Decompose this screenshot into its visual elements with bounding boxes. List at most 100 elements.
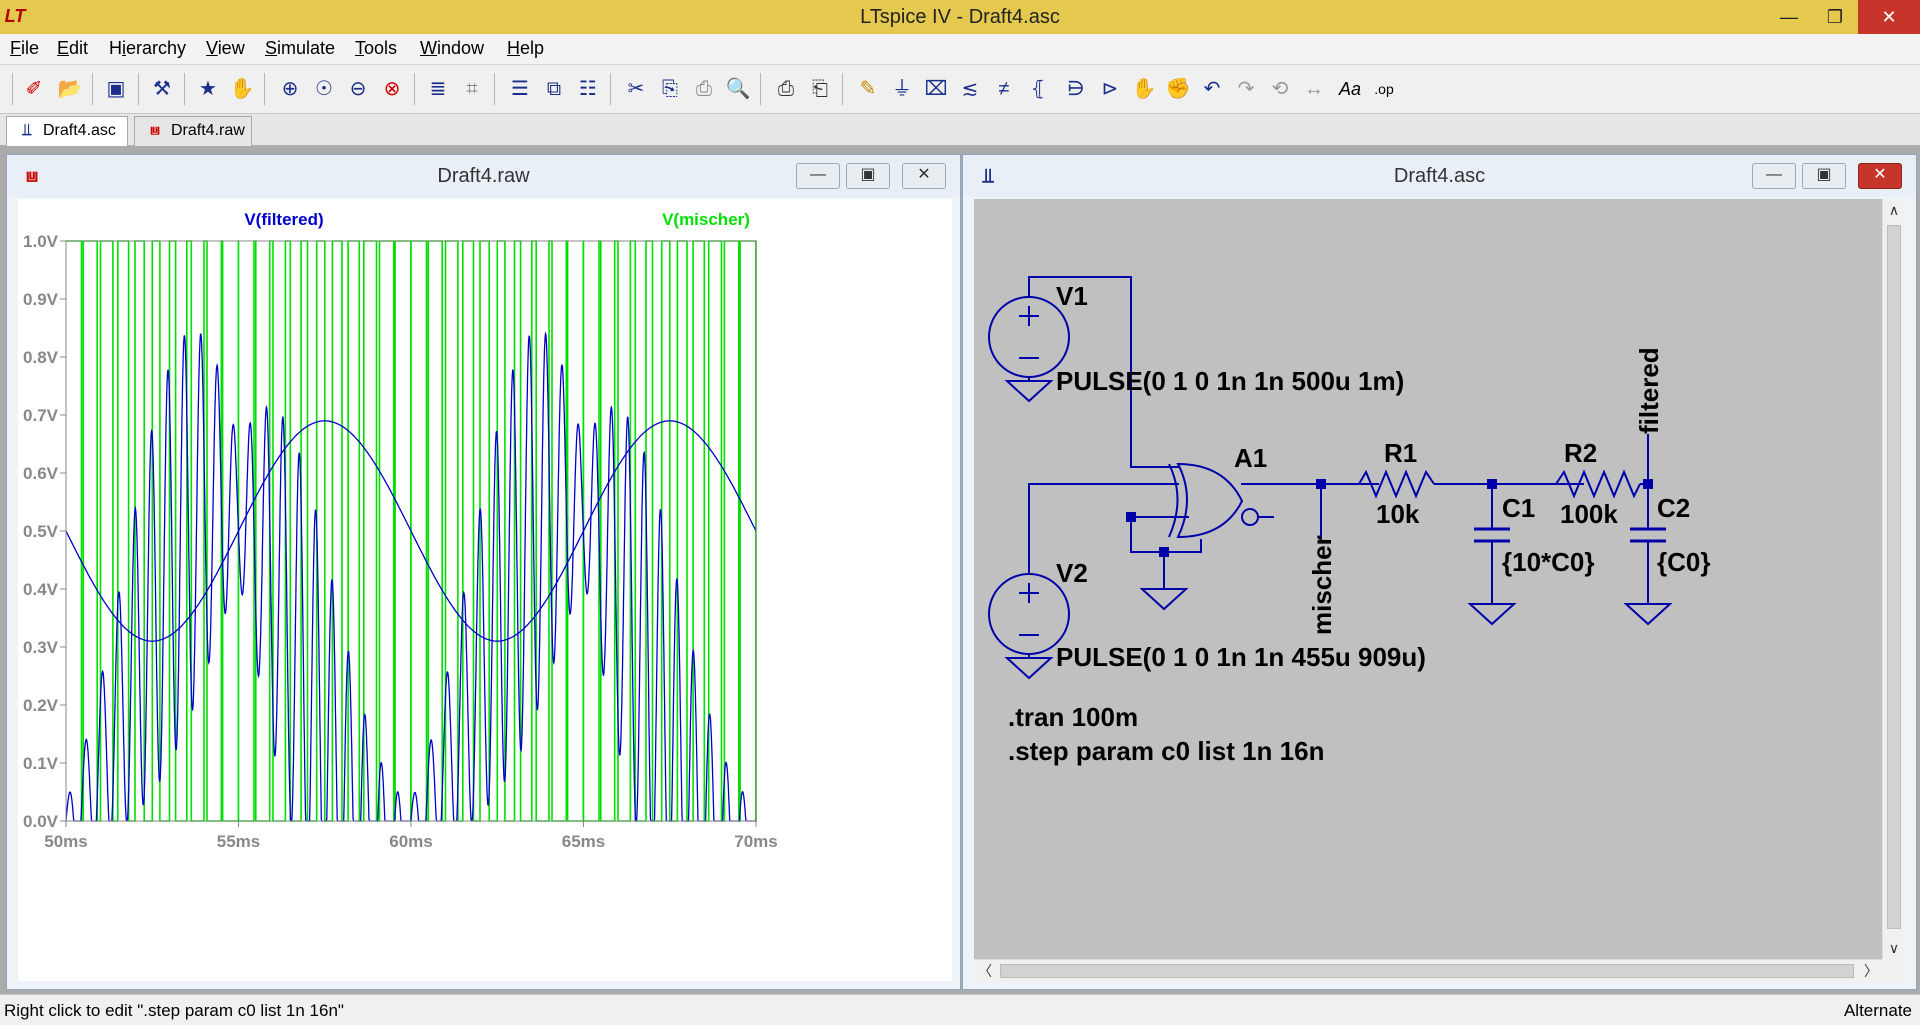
tile-horizontal-icon[interactable]: ☰ xyxy=(506,75,534,103)
spice-directive-icon[interactable]: .op xyxy=(1370,75,1398,103)
mirror-icon[interactable]: ↔ xyxy=(1300,75,1328,103)
move-icon[interactable]: ✋ xyxy=(1130,75,1158,103)
scroll-down-icon[interactable]: ∨ xyxy=(1883,937,1905,959)
autorange-icon[interactable]: ≣ xyxy=(424,75,452,103)
schematic-window-titlebar[interactable]: ⫫ Draft4.asc — ▣ ✕ xyxy=(963,155,1916,197)
c1-label[interactable]: C1 xyxy=(1502,493,1535,523)
restore-button[interactable]: ❐ xyxy=(1812,0,1858,34)
undo-icon[interactable]: ↶ xyxy=(1198,75,1226,103)
horizontal-scroll-thumb[interactable] xyxy=(1000,964,1854,978)
c1-value[interactable]: {10*C0} xyxy=(1502,547,1595,577)
y-tick-label: 0.7V xyxy=(23,406,59,425)
vertical-scroll-thumb[interactable] xyxy=(1887,225,1901,929)
new-schematic-icon[interactable]: ✐ xyxy=(20,75,48,103)
menu-file[interactable]: File xyxy=(10,38,39,59)
schematic-canvas[interactable]: V1 PULSE(0 1 0 1n 1n 500u 1m) V2 PULSE(0… xyxy=(974,199,1904,981)
zoom-cancel-icon[interactable]: ⊗ xyxy=(378,75,406,103)
waveform-window-titlebar[interactable]: ⩏ Draft4.raw — ▣ ✕ xyxy=(7,155,960,197)
resistor-r1-symbol[interactable] xyxy=(1358,469,1435,499)
open-icon[interactable]: 📂 xyxy=(56,75,84,103)
scroll-right-icon[interactable]: 〉 xyxy=(1860,960,1882,982)
print-icon[interactable]: ⎗ xyxy=(806,75,834,103)
tile-vertical-icon[interactable]: ☷ xyxy=(574,75,602,103)
schematic-horizontal-scrollbar[interactable]: 〈 〉 xyxy=(974,959,1882,981)
c2-label[interactable]: C2 xyxy=(1657,493,1690,523)
r2-label[interactable]: R2 xyxy=(1564,438,1597,468)
waveform-chart[interactable]: 0.0V 0.1V 0.2V 0.3V 0.4V 0.5V 0.6V 0.7V 0.8V 0.9V… xyxy=(18,199,952,981)
menu-tools[interactable]: Tools xyxy=(355,38,397,59)
ground-icon[interactable]: ⏚ xyxy=(888,75,916,103)
title-bar: LT LTspice IV - Draft4.asc — ❐ ✕ xyxy=(0,0,1920,34)
ground-symbols[interactable] xyxy=(1004,380,1673,680)
minimize-button[interactable]: — xyxy=(1766,0,1812,34)
control-panel-icon[interactable]: ⚒ xyxy=(148,75,176,103)
step-directive[interactable]: .step param c0 list 1n 16n xyxy=(1008,736,1324,766)
schematic-close-button[interactable]: ✕ xyxy=(1858,163,1902,189)
v2-value[interactable]: PULSE(0 1 0 1n 1n 455u 909u) xyxy=(1056,642,1426,672)
resistor-r2-symbol[interactable] xyxy=(1555,469,1641,499)
schematic-restore-button[interactable]: ▣ xyxy=(1802,163,1846,189)
zoom-in-icon[interactable]: ⊕ xyxy=(276,75,304,103)
waveform-plot[interactable]: 0.0V 0.1V 0.2V 0.3V 0.4V 0.5V 0.6V 0.7V 0.8V 0.9V… xyxy=(18,199,952,981)
rotate-icon[interactable]: ⟲ xyxy=(1266,75,1294,103)
wire-icon[interactable]: ✎ xyxy=(854,75,882,103)
drag-icon[interactable]: ✊ xyxy=(1164,75,1192,103)
label-icon[interactable]: ⌧ xyxy=(922,75,950,103)
component-icon[interactable]: ⊳ xyxy=(1096,75,1124,103)
toolbar-separator xyxy=(760,73,761,105)
halt-icon[interactable]: ✋ xyxy=(228,75,256,103)
schematic-drawing[interactable]: V1 PULSE(0 1 0 1n 1n 500u 1m) V2 PULSE(0… xyxy=(974,199,1882,959)
waveform-restore-button[interactable]: ▣ xyxy=(846,163,890,189)
zoom-pan-icon[interactable]: ☉ xyxy=(310,75,338,103)
copy-icon[interactable]: ⎘ xyxy=(656,75,684,103)
capacitor-c2-symbol[interactable] xyxy=(1630,527,1666,543)
tran-directive[interactable]: .tran 100m xyxy=(1008,702,1138,732)
close-button[interactable]: ✕ xyxy=(1858,0,1920,34)
save-icon[interactable]: ▣ xyxy=(102,75,130,103)
net-label-filtered[interactable]: filtered xyxy=(1634,347,1664,434)
menu-help[interactable]: Help xyxy=(507,38,544,59)
capacitor-icon[interactable]: ≠ xyxy=(990,75,1018,103)
r1-label[interactable]: R1 xyxy=(1384,438,1417,468)
print-preview-icon[interactable]: ⎙ xyxy=(772,75,800,103)
tab-draft4-asc[interactable]: ⫫ Draft4.asc xyxy=(6,116,128,146)
menu-view[interactable]: View xyxy=(206,38,245,59)
resistor-icon[interactable]: ≲ xyxy=(956,75,984,103)
menu-edit[interactable]: Edit xyxy=(57,38,88,59)
v2-label[interactable]: V2 xyxy=(1056,558,1088,588)
c2-value[interactable]: {C0} xyxy=(1657,547,1710,577)
menu-simulate[interactable]: Simulate xyxy=(265,38,335,59)
scroll-left-icon[interactable]: 〈 xyxy=(974,960,996,982)
a1-label[interactable]: A1 xyxy=(1234,443,1267,473)
capacitor-c1-symbol[interactable] xyxy=(1474,527,1510,543)
net-label-mischer[interactable]: mischer xyxy=(1307,535,1337,635)
legend-mischer[interactable]: V(mischer) xyxy=(662,210,750,229)
legend-filtered[interactable]: V(filtered) xyxy=(244,210,323,229)
menu-window[interactable]: Window xyxy=(420,38,484,59)
run-icon[interactable]: ★ xyxy=(194,75,222,103)
waveform-close-button[interactable]: ✕ xyxy=(902,163,946,189)
menu-hierarchy[interactable]: Hierarchy xyxy=(109,38,186,59)
zoom-out-icon[interactable]: ⊖ xyxy=(344,75,372,103)
v1-label[interactable]: V1 xyxy=(1056,281,1088,311)
cascade-icon[interactable]: ⧉ xyxy=(540,75,568,103)
tab-label: Draft4.asc xyxy=(43,122,116,139)
diode-icon[interactable]: ⋻ xyxy=(1062,75,1090,103)
waveform-minimize-button[interactable]: — xyxy=(796,163,840,189)
r2-value[interactable]: 100k xyxy=(1560,499,1618,529)
redo-icon[interactable]: ↷ xyxy=(1232,75,1260,103)
text-icon[interactable]: Aa xyxy=(1336,75,1364,103)
scroll-up-icon[interactable]: ∧ xyxy=(1883,199,1905,221)
cut-icon[interactable]: ✂ xyxy=(622,75,650,103)
paste-icon[interactable]: ⎙ xyxy=(690,75,718,103)
xnor-gate-a1-symbol[interactable] xyxy=(1168,462,1274,539)
schematic-minimize-button[interactable]: — xyxy=(1752,163,1796,189)
inductor-icon[interactable]: ⦃ xyxy=(1024,75,1052,103)
find-icon[interactable]: 🔍 xyxy=(724,75,752,103)
v1-value[interactable]: PULSE(0 1 0 1n 1n 500u 1m) xyxy=(1056,366,1404,396)
r1-value[interactable]: 10k xyxy=(1376,499,1420,529)
menu-bar: File Edit Hierarchy View Simulate Tools … xyxy=(0,34,1920,64)
grid-icon[interactable]: ⌗ xyxy=(458,75,486,103)
tab-draft4-raw[interactable]: ⩏ Draft4.raw xyxy=(134,116,252,146)
schematic-vertical-scrollbar[interactable]: ∧ ∨ xyxy=(1882,199,1904,959)
